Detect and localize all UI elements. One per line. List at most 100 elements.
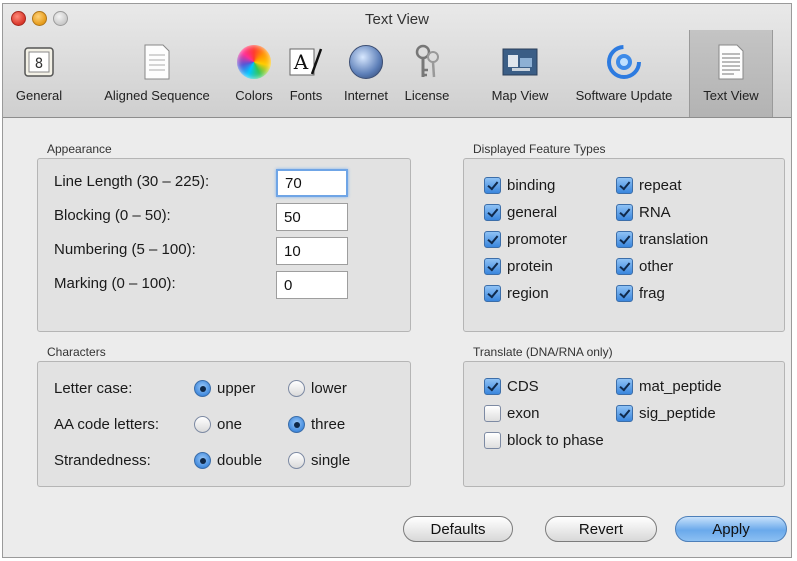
checkbox-label: RNA [639, 204, 671, 221]
feature-protein-checkbox[interactable]: protein [484, 258, 553, 275]
window-title: Text View [365, 11, 429, 28]
map-view-icon [500, 42, 540, 82]
toolbar-general-label: General [15, 88, 63, 103]
toolbar-text-view-label: Text View [703, 88, 759, 103]
toolbar-colors-label: Colors [235, 88, 273, 103]
line-length-label: Line Length (30 – 225): [54, 173, 210, 190]
translate-cds-checkbox[interactable]: CDS [484, 378, 539, 395]
letter-case-upper-radio[interactable]: upper [194, 380, 255, 397]
translate-block-to-phase-checkbox[interactable]: block to phase [484, 432, 604, 449]
checkbox-box [616, 177, 633, 194]
preferences-window: Text View 8 General Aligned Sequence Col… [2, 3, 792, 558]
radio-label: three [311, 416, 346, 433]
checkbox-box [616, 378, 633, 395]
apply-button[interactable]: Apply [675, 516, 787, 542]
color-wheel-icon [234, 42, 274, 82]
numbering-field[interactable] [276, 237, 348, 265]
toolbar-aligned-sequence[interactable]: Aligned Sequence [89, 30, 225, 117]
checkbox-box [616, 204, 633, 221]
checkbox-label: frag [639, 285, 665, 302]
feature-general-checkbox[interactable]: general [484, 204, 557, 221]
general-icon: 8 [19, 42, 59, 82]
globe-icon [346, 42, 386, 82]
feature-translation-checkbox[interactable]: translation [616, 231, 708, 248]
characters-title: Characters [47, 345, 106, 359]
feature-types-title: Displayed Feature Types [473, 142, 606, 156]
document-icon [137, 42, 177, 82]
checkbox-label: mat_peptide [639, 378, 722, 395]
translate-exon-checkbox[interactable]: exon [484, 405, 540, 422]
toolbar-fonts-label: Fonts [289, 88, 323, 103]
aa-code-letters-label: AA code letters: [54, 416, 160, 433]
toolbar-fonts[interactable]: A Fonts [281, 30, 331, 117]
software-update-icon [604, 42, 644, 82]
checkbox-box [484, 285, 501, 302]
appearance-group: Line Length (30 – 225): Blocking (0 – 50… [37, 158, 411, 332]
text-view-icon [711, 42, 751, 82]
checkbox-label: other [639, 258, 674, 275]
svg-text:A: A [293, 50, 309, 74]
toolbar-general[interactable]: 8 General [3, 30, 75, 117]
radio-dot [194, 452, 211, 469]
radio-label: single [311, 452, 351, 469]
toolbar-software-update[interactable]: Software Update [563, 30, 685, 117]
checkbox-box [484, 432, 501, 449]
checkbox-label: promoter [507, 231, 568, 248]
translate-sig-peptide-checkbox[interactable]: sig_peptide [616, 405, 716, 422]
letter-case-lower-radio[interactable]: lower [288, 380, 347, 397]
aa-code-one-radio[interactable]: one [194, 416, 242, 433]
checkbox-label: repeat [639, 177, 682, 194]
feature-promoter-checkbox[interactable]: promoter [484, 231, 567, 248]
toolbar-colors[interactable]: Colors [229, 30, 279, 117]
blocking-field[interactable] [276, 203, 348, 231]
checkbox-label: CDS [507, 378, 539, 395]
feature-rna-checkbox[interactable]: RNA [616, 204, 671, 221]
title-bar: Text View 8 General Aligned Sequence Col… [3, 4, 791, 118]
checkbox-box [484, 204, 501, 221]
characters-group: Letter case: upper lower AA code letters… [37, 361, 411, 487]
marking-field[interactable] [276, 271, 348, 299]
translate-mat-peptide-checkbox[interactable]: mat_peptide [616, 378, 722, 395]
strandedness-single-radio[interactable]: single [288, 452, 350, 469]
feature-other-checkbox[interactable]: other [616, 258, 673, 275]
strandedness-double-radio[interactable]: double [194, 452, 262, 469]
checkbox-box [616, 285, 633, 302]
appearance-title: Appearance [47, 142, 112, 156]
translate-group: CDS mat_peptide exon sig_peptide block t… [463, 361, 785, 487]
svg-text:8: 8 [35, 56, 43, 72]
toolbar-aligned-sequence-label: Aligned Sequence [104, 88, 210, 103]
checkbox-label: general [507, 204, 558, 221]
aa-code-three-radio[interactable]: three [288, 416, 345, 433]
toolbar-text-view[interactable]: Text View [689, 30, 773, 117]
revert-button[interactable]: Revert [545, 516, 657, 542]
checkbox-box [616, 231, 633, 248]
checkbox-box [484, 177, 501, 194]
numbering-label: Numbering (5 – 100): [54, 241, 196, 258]
toolbar-map-view[interactable]: Map View [481, 30, 559, 117]
radio-dot [194, 380, 211, 397]
toolbar-internet[interactable]: Internet [335, 30, 397, 117]
toolbar-license[interactable]: License [399, 30, 455, 117]
feature-frag-checkbox[interactable]: frag [616, 285, 665, 302]
radio-label: upper [217, 380, 256, 397]
keys-icon [407, 42, 447, 82]
radio-dot [288, 452, 305, 469]
line-length-field[interactable] [276, 169, 348, 197]
checkbox-box [484, 231, 501, 248]
defaults-button[interactable]: Defaults [403, 516, 513, 542]
feature-repeat-checkbox[interactable]: repeat [616, 177, 682, 194]
marking-label: Marking (0 – 100): [54, 275, 176, 292]
feature-types-group: binding repeat general RNA promoter tran… [463, 158, 785, 332]
checkbox-label: translation [639, 231, 709, 248]
radio-dot [288, 416, 305, 433]
feature-region-checkbox[interactable]: region [484, 285, 549, 302]
toolbar-map-view-label: Map View [491, 88, 549, 103]
radio-label: lower [311, 380, 347, 397]
strandedness-label: Strandedness: [54, 452, 151, 469]
radio-dot [288, 380, 305, 397]
checkbox-label: protein [507, 258, 553, 275]
checkbox-box [484, 378, 501, 395]
checkbox-label: block to phase [507, 432, 604, 449]
feature-binding-checkbox[interactable]: binding [484, 177, 555, 194]
blocking-label: Blocking (0 – 50): [54, 207, 171, 224]
